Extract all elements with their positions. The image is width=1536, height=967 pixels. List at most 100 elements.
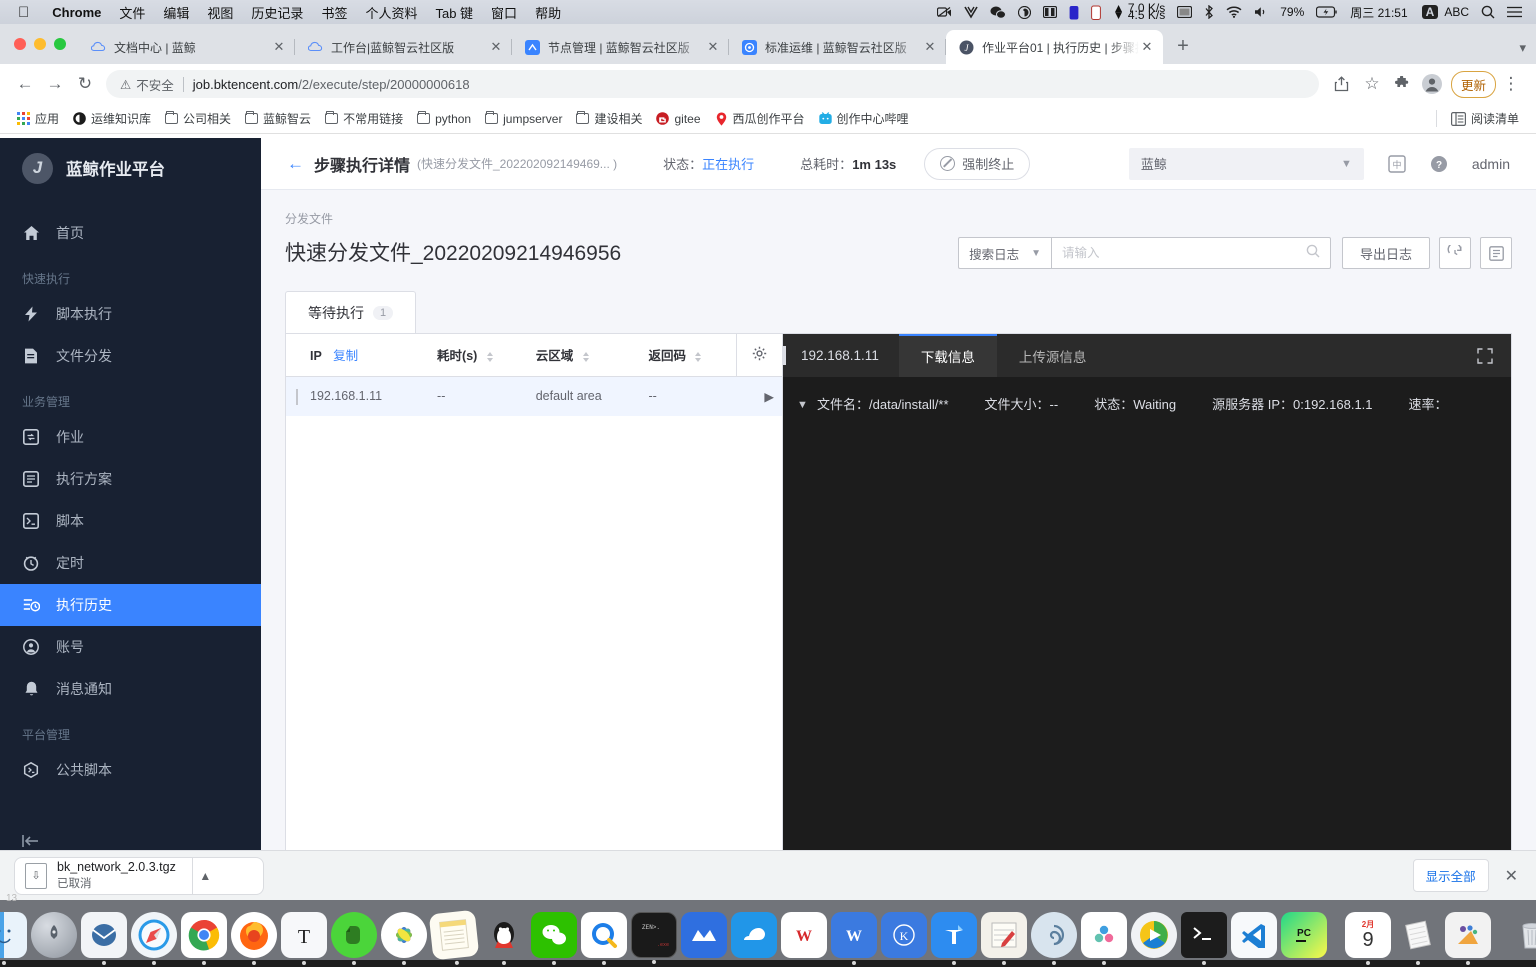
- search-input-wrapper[interactable]: [1051, 237, 1331, 269]
- browser-tab-2[interactable]: 节点管理 | 蓝鲸智云社区版 ✕: [512, 30, 729, 64]
- tab-close-icon[interactable]: ✕: [488, 39, 504, 55]
- status-value[interactable]: 正在执行: [702, 157, 754, 172]
- reading-list-button[interactable]: 阅读清单: [1436, 110, 1526, 127]
- language-switch-icon[interactable]: 中: [1388, 155, 1406, 173]
- browser-tab-3[interactable]: 标准运维 | 蓝鲸智云社区版 ✕: [729, 30, 946, 64]
- stacks-icon[interactable]: [1395, 912, 1441, 958]
- battery-blue-icon[interactable]: [1063, 5, 1085, 20]
- sort-icon[interactable]: [695, 352, 701, 362]
- browser-tab-0[interactable]: 文档中心 | 蓝鲸 ✕: [78, 30, 295, 64]
- finder-icon[interactable]: [0, 912, 27, 958]
- bookmark-python[interactable]: python: [410, 112, 478, 126]
- tim-icon[interactable]: [931, 912, 977, 958]
- close-icon[interactable]: ✕: [1505, 866, 1518, 886]
- screen-record-icon[interactable]: [931, 6, 958, 18]
- terminal-icon[interactable]: [1181, 912, 1227, 958]
- reload-icon[interactable]: ↻: [70, 69, 100, 99]
- menubar-item-tab[interactable]: Tab 键: [426, 3, 482, 22]
- control-center-icon[interactable]: [1501, 6, 1528, 18]
- mail-thunderbird-icon[interactable]: [81, 912, 127, 958]
- force-terminate-button[interactable]: 强制终止: [924, 148, 1030, 180]
- photos-icon[interactable]: [381, 912, 427, 958]
- search-type-select[interactable]: 搜索日志 ▼: [958, 237, 1051, 269]
- notes-icon[interactable]: [429, 910, 480, 961]
- copy-link[interactable]: 复制: [333, 349, 358, 363]
- profile-avatar-icon[interactable]: [1417, 69, 1447, 99]
- tab-close-icon[interactable]: ✕: [922, 39, 938, 55]
- sidebar-item-job[interactable]: 作业: [0, 416, 261, 458]
- sidebar-item-plan[interactable]: 执行方案: [0, 458, 261, 500]
- menubar-app-name[interactable]: Chrome: [43, 5, 110, 20]
- row-expand-play-triangle-icon[interactable]: ▶: [736, 376, 782, 416]
- clash-icon[interactable]: [1081, 912, 1127, 958]
- menubar-item-edit[interactable]: 编辑: [154, 3, 198, 22]
- sidebar-item-notification[interactable]: 消息通知: [0, 668, 261, 710]
- safari-icon[interactable]: [131, 912, 177, 958]
- help-circle-icon[interactable]: ?: [1430, 155, 1448, 173]
- sidebar-item-home[interactable]: 首页: [0, 212, 261, 254]
- browser-tab-4[interactable]: J 作业平台01 | 执行历史 | 步骤执 ✕: [946, 30, 1163, 64]
- three-dots-icon[interactable]: ⋮: [1496, 69, 1526, 99]
- puzzle-icon[interactable]: [1387, 69, 1417, 99]
- bookmark-wiki[interactable]: 运维知识库: [66, 110, 158, 127]
- wps-word-icon[interactable]: W: [831, 912, 877, 958]
- menubar-item-profile[interactable]: 个人资料: [356, 3, 426, 22]
- share-icon[interactable]: [1327, 69, 1357, 99]
- firefox-icon[interactable]: [231, 912, 277, 958]
- sort-icon[interactable]: [487, 352, 493, 362]
- menubar-item-file[interactable]: 文件: [110, 3, 154, 22]
- search-input[interactable]: [1062, 246, 1306, 260]
- launchpad-icon[interactable]: [31, 912, 77, 958]
- trash-icon[interactable]: [1509, 912, 1536, 958]
- input-method-label[interactable]: ABC: [1438, 5, 1475, 19]
- chrome-icon[interactable]: [181, 912, 227, 958]
- sidebar-item-public-script[interactable]: 公共脚本: [0, 749, 261, 791]
- mindmaster-icon[interactable]: [681, 912, 727, 958]
- show-all-downloads-button[interactable]: 显示全部: [1413, 859, 1489, 892]
- vivaldi-icon[interactable]: [958, 6, 984, 19]
- menubar-item-history[interactable]: 历史记录: [242, 3, 312, 22]
- bookmark-bilibili[interactable]: 创作中心哔哩: [812, 110, 916, 127]
- zen-terminal-icon[interactable]: ZEN>..exe: [631, 912, 677, 958]
- table-row[interactable]: 192.168.1.11 -- default area -- ▶: [286, 376, 782, 416]
- tab-close-icon[interactable]: ✕: [271, 39, 287, 55]
- bookmark-gitee[interactable]: gitee: [649, 112, 707, 126]
- bookmark-jumpserver[interactable]: jumpserver: [478, 112, 569, 126]
- bookmark-company[interactable]: 公司相关: [158, 110, 238, 127]
- window-close-button[interactable]: [14, 38, 26, 50]
- sidebar-item-script[interactable]: 脚本: [0, 500, 261, 542]
- sidebar-item-timer[interactable]: 定时: [0, 542, 261, 584]
- sort-icon[interactable]: [583, 352, 589, 362]
- tab-waiting-execute[interactable]: 等待执行 1: [285, 291, 416, 333]
- menubar-item-bookmarks[interactable]: 书签: [312, 3, 356, 22]
- qq-icon[interactable]: [481, 912, 527, 958]
- chevron-down-icon[interactable]: ▼: [797, 392, 817, 418]
- clock-refresh-icon[interactable]: [1439, 237, 1471, 269]
- pycharm-icon[interactable]: PC: [1281, 912, 1327, 958]
- bookmark-bkcloud[interactable]: 蓝鲸智云: [238, 110, 318, 127]
- user-name[interactable]: admin: [1472, 156, 1510, 172]
- column-cloud-area[interactable]: 云区域: [528, 334, 641, 376]
- breadcrumb[interactable]: 分发文件: [285, 210, 1512, 227]
- battery-outline-icon[interactable]: [1085, 5, 1107, 20]
- wechat-icon[interactable]: [984, 6, 1012, 19]
- bluetooth-icon[interactable]: [1198, 5, 1220, 19]
- back-arrow-icon[interactable]: ←: [287, 154, 304, 174]
- sidebar-item-file-distribute[interactable]: 文件分发: [0, 335, 261, 377]
- typora-icon[interactable]: T: [281, 912, 327, 958]
- split-icon[interactable]: [1037, 6, 1063, 18]
- airdrop-icon[interactable]: [1012, 6, 1037, 19]
- snail-icon[interactable]: [1031, 912, 1077, 958]
- battery-charging-icon[interactable]: [1310, 6, 1344, 18]
- column-duration[interactable]: 耗时(s): [429, 334, 528, 376]
- bookmark-xigua[interactable]: 西瓜创作平台: [708, 110, 812, 127]
- gear-icon[interactable]: [736, 334, 782, 376]
- browser-tab-1[interactable]: 工作台|蓝鲸智云社区版 ✕: [295, 30, 512, 64]
- evernote-icon[interactable]: [331, 912, 377, 958]
- business-selector[interactable]: 蓝鲸 ▼: [1129, 148, 1364, 180]
- new-tab-button[interactable]: +: [1169, 33, 1197, 61]
- menubar-item-help[interactable]: 帮助: [526, 3, 570, 22]
- menubar-item-view[interactable]: 视图: [198, 3, 242, 22]
- search-icon[interactable]: [1306, 244, 1320, 263]
- bookmark-apps[interactable]: 应用: [10, 110, 66, 127]
